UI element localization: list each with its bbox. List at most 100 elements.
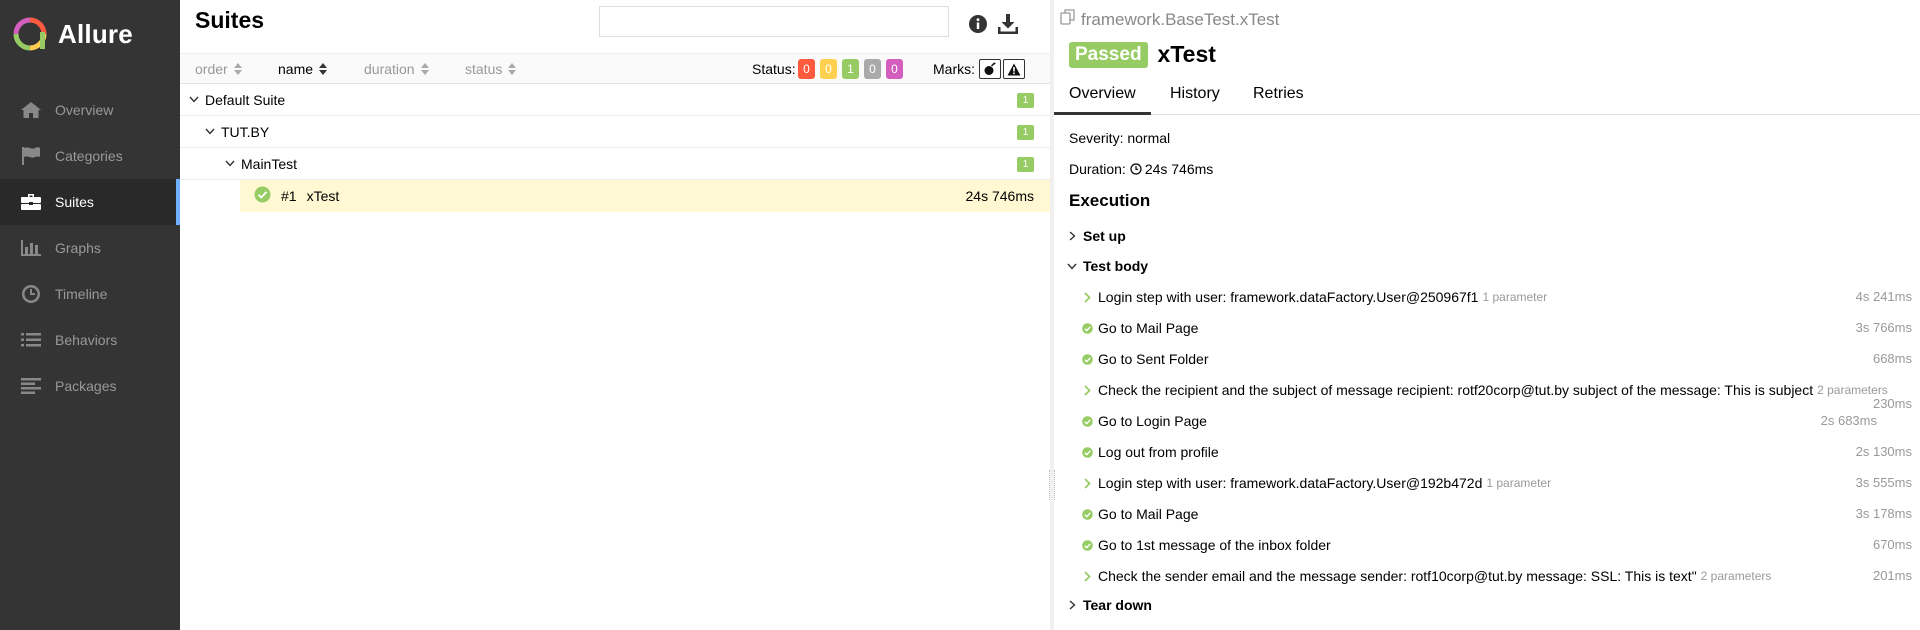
tree-group-row[interactable]: TUT.BY 1 bbox=[180, 116, 1050, 148]
step-params: 2 parameters bbox=[1817, 383, 1888, 397]
step-duration: 670ms bbox=[1872, 537, 1912, 552]
sidebar-item-packages[interactable]: Packages bbox=[0, 363, 180, 409]
step-duration: 3s 178ms bbox=[1855, 506, 1912, 521]
sidebar-item-label: Suites bbox=[55, 194, 94, 210]
sort-name-button[interactable]: name bbox=[278, 61, 328, 77]
bar-chart-icon bbox=[18, 237, 44, 259]
sort-arrows-icon bbox=[508, 63, 517, 75]
passed-check-icon bbox=[1082, 353, 1093, 365]
sidebar: Allure Overview Categories Suites Graphs bbox=[0, 0, 180, 630]
bomb-icon bbox=[984, 62, 996, 75]
breadcrumb-text: framework.BaseTest.xTest bbox=[1081, 9, 1280, 29]
step-row[interactable]: Login step with user: framework.dataFact… bbox=[1082, 287, 1912, 307]
step-row[interactable]: Check the sender email and the message s… bbox=[1082, 566, 1912, 586]
step-row[interactable]: Go to Mail Page 3s 178ms bbox=[1082, 504, 1912, 524]
sort-duration-button[interactable]: duration bbox=[364, 61, 429, 77]
flaky-mark-toggle[interactable] bbox=[979, 59, 1001, 79]
passed-check-icon bbox=[254, 186, 271, 206]
brand-name: Allure bbox=[58, 18, 133, 49]
download-icon[interactable] bbox=[996, 12, 1020, 36]
info-icon[interactable] bbox=[966, 12, 990, 36]
chevron-right-icon bbox=[1082, 477, 1093, 489]
status-unknown-toggle[interactable]: 0 bbox=[886, 59, 903, 79]
test-name: xTest bbox=[306, 188, 340, 204]
sidebar-item-suites[interactable]: Suites bbox=[0, 179, 180, 225]
step-row[interactable]: Check the recipient and the subject of m… bbox=[1082, 380, 1912, 411]
step-row[interactable]: Go to Sent Folder 668ms bbox=[1082, 349, 1912, 369]
step-row[interactable]: Go to Login Page 2s 683ms bbox=[1082, 411, 1912, 431]
teardown-section[interactable]: Tear down bbox=[1066, 597, 1152, 613]
tree-test-row[interactable]: #1 xTest 24s 746ms bbox=[240, 180, 1050, 212]
sort-order-button[interactable]: order bbox=[195, 61, 242, 77]
chevron-down-icon bbox=[224, 158, 236, 170]
tree-node-label: Default Suite bbox=[205, 91, 286, 108]
briefcase-icon bbox=[18, 191, 44, 213]
clock-icon bbox=[18, 283, 44, 305]
step-name: Check the sender email and the message s… bbox=[1098, 568, 1697, 584]
new-failed-mark-toggle[interactable] bbox=[1003, 59, 1025, 79]
step-params: 1 parameter bbox=[1486, 476, 1552, 490]
status-failed-toggle[interactable]: 0 bbox=[798, 59, 815, 79]
step-row[interactable]: Log out from profile 2s 130ms bbox=[1082, 442, 1912, 462]
tab-history[interactable]: History bbox=[1155, 85, 1235, 115]
chevron-right-icon bbox=[1082, 291, 1093, 303]
sidebar-item-label: Timeline bbox=[55, 286, 108, 302]
sort-label: name bbox=[278, 61, 314, 77]
marks-filter-label: Marks: bbox=[933, 61, 975, 77]
passed-check-icon bbox=[1082, 415, 1093, 427]
sidebar-item-timeline[interactable]: Timeline bbox=[0, 271, 180, 317]
sort-arrows-icon bbox=[319, 63, 328, 75]
severity-text: Severity: normal bbox=[1069, 130, 1171, 146]
allure-logo-icon bbox=[13, 17, 47, 51]
suites-pane: Suites order name duration status Status… bbox=[180, 0, 1050, 630]
tab-retries[interactable]: Retries bbox=[1238, 85, 1319, 115]
status-broken-toggle[interactable]: 0 bbox=[820, 59, 837, 79]
passed-check-icon bbox=[1082, 322, 1093, 334]
step-duration: 201ms bbox=[1872, 568, 1912, 583]
copy-icon[interactable] bbox=[1060, 9, 1076, 30]
test-number: #1 bbox=[281, 188, 297, 204]
step-name: Log out from profile bbox=[1098, 444, 1219, 460]
chevron-down-icon bbox=[204, 126, 216, 138]
duration-row: Duration: 24s 746ms bbox=[1069, 161, 1213, 177]
test-result-pane: framework.BaseTest.xTest Passed xTest Ov… bbox=[1054, 0, 1920, 630]
tree-suite-row[interactable]: Default Suite 1 bbox=[180, 84, 1050, 116]
tab-overview[interactable]: Overview bbox=[1054, 85, 1151, 115]
sidebar-item-overview[interactable]: Overview bbox=[0, 87, 180, 133]
setup-section[interactable]: Set up bbox=[1066, 228, 1126, 244]
passed-check-icon bbox=[1082, 446, 1093, 458]
chevron-right-icon bbox=[1066, 230, 1078, 242]
test-body-section[interactable]: Test body bbox=[1066, 258, 1148, 274]
passed-count-badge: 1 bbox=[1017, 157, 1034, 172]
step-row[interactable]: Go to 1st message of the inbox folder 670… bbox=[1082, 535, 1912, 555]
step-row[interactable]: Login step with user: framework.dataFact… bbox=[1082, 473, 1912, 493]
step-duration: 2s 130ms bbox=[1855, 444, 1912, 459]
sidebar-item-behaviors[interactable]: Behaviors bbox=[0, 317, 180, 363]
search-input[interactable] bbox=[599, 6, 949, 37]
section-label: Test body bbox=[1083, 258, 1149, 274]
step-name: Go to Login Page bbox=[1098, 413, 1207, 429]
suites-tree: Default Suite 1 TUT.BY 1 MainTest 1 #1 x… bbox=[180, 84, 1050, 212]
step-duration: 230ms bbox=[1872, 396, 1912, 411]
sidebar-item-categories[interactable]: Categories bbox=[0, 133, 180, 179]
flag-icon bbox=[18, 145, 44, 167]
tree-class-row[interactable]: MainTest 1 bbox=[180, 148, 1050, 180]
passed-check-icon bbox=[1082, 508, 1093, 520]
sidebar-item-label: Behaviors bbox=[55, 332, 118, 348]
execution-title: Execution bbox=[1069, 191, 1151, 210]
sidebar-item-graphs[interactable]: Graphs bbox=[0, 225, 180, 271]
sidebar-nav: Overview Categories Suites Graphs Timeli… bbox=[0, 87, 180, 409]
status-badge: Passed bbox=[1069, 41, 1148, 68]
step-duration: 2s 683ms bbox=[1820, 413, 1877, 428]
result-tabs: Overview History Retries bbox=[1054, 82, 1920, 115]
status-passed-toggle[interactable]: 1 bbox=[842, 59, 859, 79]
sort-status-button[interactable]: status bbox=[465, 61, 517, 77]
sort-bar: order name duration status Status: 0 0 1… bbox=[180, 53, 1050, 84]
step-row[interactable]: Go to Mail Page 3s 766ms bbox=[1082, 318, 1912, 338]
brand[interactable]: Allure bbox=[13, 14, 133, 54]
status-filter-label: Status: bbox=[752, 61, 796, 77]
status-skipped-toggle[interactable]: 0 bbox=[864, 59, 881, 79]
sort-label: duration bbox=[364, 61, 415, 77]
chevron-right-icon bbox=[1082, 570, 1093, 582]
step-name: Go to 1st message of the inbox folder bbox=[1098, 537, 1331, 553]
